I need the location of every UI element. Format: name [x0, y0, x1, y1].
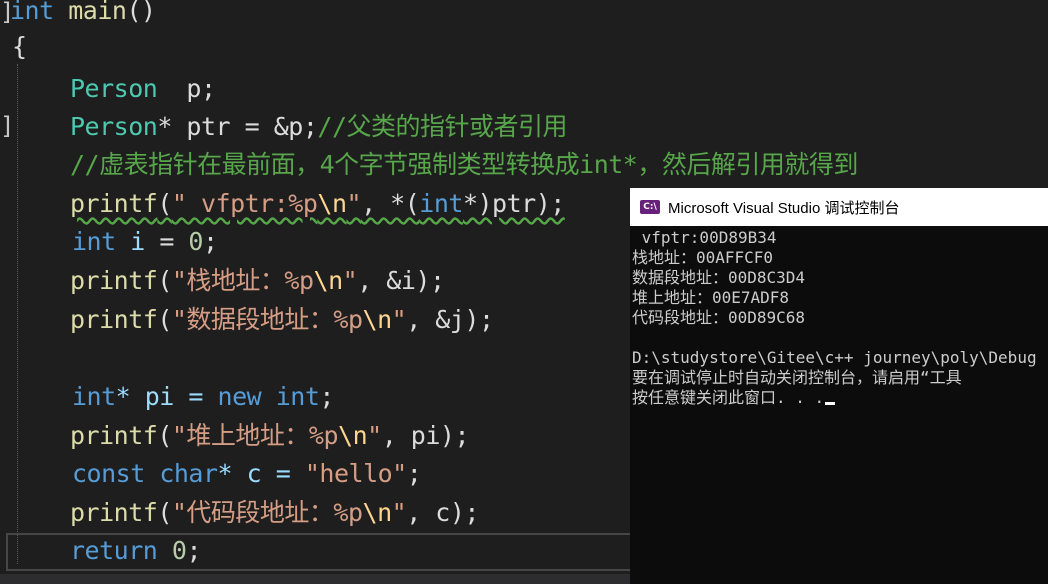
- keyword: int: [275, 382, 320, 411]
- code-line-open-brace[interactable]: {: [12, 32, 27, 62]
- code-line-return[interactable]: return 0;: [70, 536, 201, 566]
- paren: (: [157, 498, 172, 527]
- code-line-printf-code[interactable]: printf("代码段地址：%p\n", c);: [70, 498, 479, 528]
- code-line-int-i[interactable]: int i = 0;: [72, 227, 218, 257]
- code-line-person-ptr[interactable]: Person* ptr = &p;//父类的指针或者引用: [70, 112, 567, 142]
- code-line-printf-stack[interactable]: printf("栈地址：%p\n", &i);: [70, 266, 445, 296]
- editor-scrollbar[interactable]: [0, 574, 640, 584]
- paren: (: [157, 421, 172, 450]
- keyword: char: [159, 459, 218, 488]
- indent-guide: [17, 64, 18, 564]
- escape-seq: \n: [317, 189, 347, 218]
- string-literal: "代码段地址：%p: [171, 498, 363, 527]
- code-text: * c =: [217, 459, 305, 488]
- console-cursor: [825, 402, 836, 405]
- semicolon: ;: [186, 536, 201, 565]
- code-text: * pi =: [115, 382, 218, 411]
- string-literal: "栈地址：%p: [171, 266, 314, 295]
- number-literal: 0: [171, 536, 187, 565]
- code-line-printf-data[interactable]: printf("数据段地址：%p\n", &j);: [70, 305, 494, 335]
- escape-seq: \n: [313, 266, 344, 295]
- keyword: int: [419, 189, 463, 218]
- console-output[interactable]: vfptr:00D89B34 栈地址：00AFFCF0 数据段地址：00D8C3…: [630, 226, 1048, 408]
- console-line: 数据段地址：00D8C3D4: [632, 268, 806, 287]
- semicolon: ;: [202, 227, 218, 256]
- console-line-prompt: 按任意键关闭此窗口. . .: [632, 388, 1048, 408]
- string-quote: ": [346, 189, 362, 218]
- code-text: , *(: [361, 189, 420, 218]
- console-line: 要在调试停止时自动关闭控制台，请启用“工具: [632, 368, 962, 387]
- code-line-printf-heap[interactable]: printf("堆上地址：%p\n", pi);: [70, 421, 470, 451]
- visual-studio-icon: C:\: [640, 200, 660, 214]
- parens: (): [126, 0, 156, 25]
- variable: i: [115, 227, 145, 256]
- class-name: Person: [70, 74, 158, 103]
- escape-seq: \n: [362, 498, 393, 527]
- keyword: const: [72, 459, 145, 488]
- semicolon: ;: [406, 459, 422, 488]
- string-literal: "hello": [304, 459, 407, 488]
- string-quote: ": [391, 305, 407, 334]
- paren: (: [157, 266, 172, 295]
- debug-console-window[interactable]: C:\ Microsoft Visual Studio 调试控制台 vfptr:…: [630, 188, 1048, 584]
- code-text: *)ptr);: [462, 189, 565, 218]
- number-literal: 0: [188, 227, 203, 256]
- string-literal: "堆上地址：%p: [171, 421, 339, 450]
- string-literal: " vfptr:%p: [171, 189, 318, 218]
- console-line: 栈地址：00AFFCF0: [632, 248, 774, 267]
- function-name: main: [68, 0, 127, 25]
- code-text: , &i);: [357, 266, 445, 295]
- code-text: * ptr = &p;: [157, 112, 318, 141]
- paren: (: [157, 189, 172, 218]
- operator: =: [144, 227, 189, 256]
- code-text: , pi);: [381, 421, 470, 450]
- code-text: , &j);: [406, 305, 494, 334]
- semicolon: ;: [319, 382, 334, 411]
- code-line-person-decl[interactable]: Person p;: [70, 74, 216, 104]
- class-name: Person: [70, 112, 158, 141]
- paren: (: [157, 305, 172, 334]
- keyword: new: [217, 382, 262, 411]
- function-call: printf: [70, 189, 158, 218]
- function-call: printf: [70, 305, 158, 334]
- console-line: 堆上地址：00E7ADF8: [632, 288, 790, 307]
- code-line-main[interactable]: int main(): [10, 0, 156, 26]
- code-text: p;: [157, 74, 216, 103]
- function-call: printf: [70, 421, 158, 450]
- code-text: , c);: [406, 498, 479, 527]
- code-line-new-int[interactable]: int* pi = new int;: [72, 382, 334, 412]
- console-line: D:\studystore\Gitee\c++ journey\poly\Deb…: [632, 348, 1037, 367]
- keyword: int: [10, 0, 54, 25]
- function-call: printf: [70, 266, 158, 295]
- fold-marker[interactable]: ]: [0, 112, 14, 140]
- console-line: 代码段地址：00D89C68: [632, 308, 806, 327]
- string-quote: ": [391, 498, 407, 527]
- code-line-const-char[interactable]: const char* c = "hello";: [72, 459, 422, 489]
- code-line-comment[interactable]: //虚表指针在最前面，4个字节强制类型转换成int*，然后解引用就得到: [70, 150, 858, 180]
- console-title: Microsoft Visual Studio 调试控制台: [668, 199, 900, 217]
- keyword: int: [72, 382, 116, 411]
- string-literal: "数据段地址：%p: [171, 305, 363, 334]
- code-line-printf-vfptr[interactable]: printf(" vfptr:%p\n", *(int*)ptr);: [70, 189, 565, 219]
- string-quote: ": [367, 421, 382, 450]
- console-line: 按任意键关闭此窗口. . .: [632, 388, 825, 407]
- string-quote: ": [342, 266, 358, 295]
- escape-seq: \n: [362, 305, 393, 334]
- console-line: vfptr:00D89B34: [632, 228, 777, 247]
- escape-seq: \n: [338, 421, 368, 450]
- function-call: printf: [70, 498, 158, 527]
- keyword: int: [72, 227, 116, 256]
- keyword: return: [70, 536, 158, 565]
- code-comment: //父类的指针或者引用: [317, 112, 567, 141]
- console-titlebar[interactable]: C:\ Microsoft Visual Studio 调试控制台: [630, 188, 1048, 226]
